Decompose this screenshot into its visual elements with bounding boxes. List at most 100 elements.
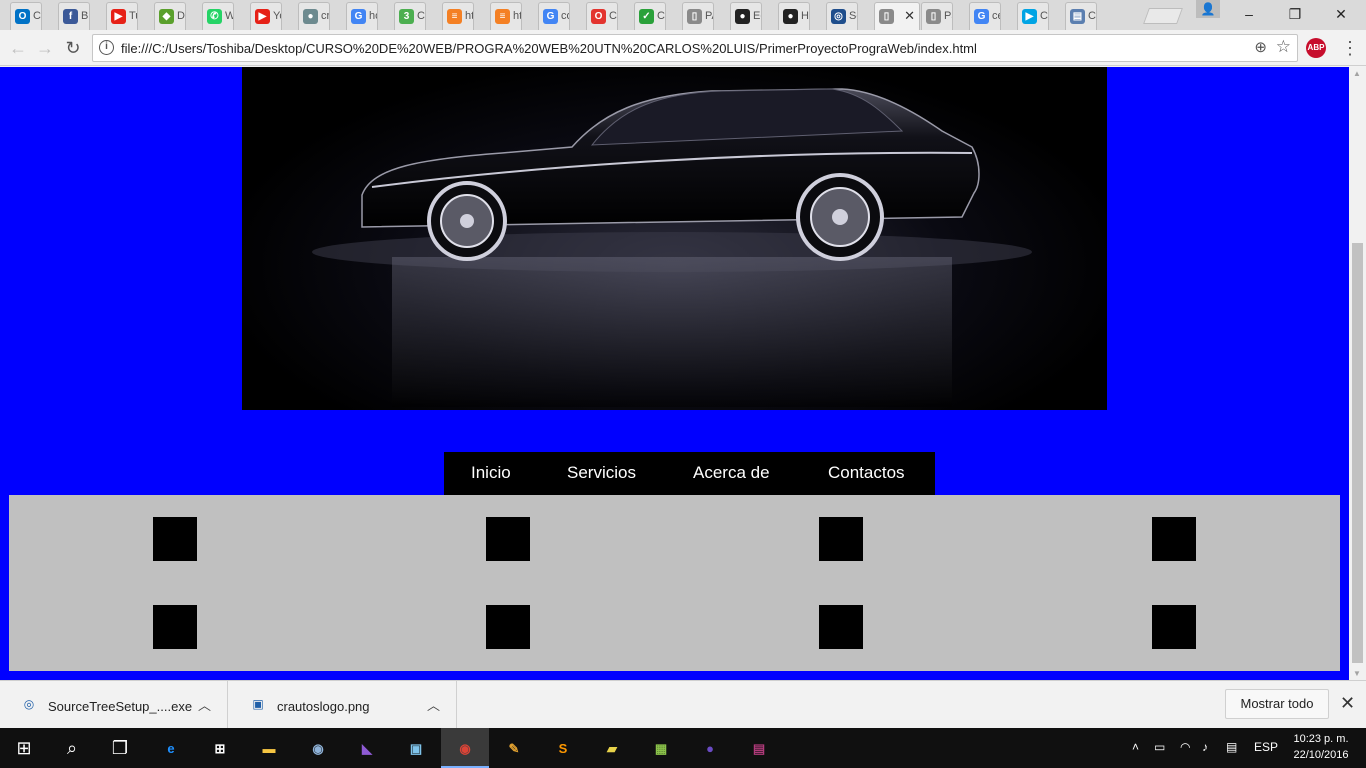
- browser-tab[interactable]: ▯Pa: [921, 2, 953, 30]
- nav-item-acerca-de[interactable]: Acerca de: [693, 463, 770, 483]
- winrar-icon[interactable]: ▤: [735, 728, 783, 768]
- nav-item-servicios[interactable]: Servicios: [567, 463, 636, 483]
- search-icon[interactable]: ⌕: [48, 728, 96, 768]
- postgresql-icon[interactable]: ◉: [294, 728, 342, 768]
- profile-icon[interactable]: 👤: [1196, 0, 1220, 18]
- reload-icon[interactable]: ↻: [61, 36, 85, 60]
- browser-tab[interactable]: ▯PA: [682, 2, 714, 30]
- browser-tab[interactable]: ▶Yo: [250, 2, 282, 30]
- adblock-plus-icon[interactable]: ABP: [1306, 38, 1326, 58]
- info-icon[interactable]: i: [99, 40, 114, 55]
- sublime-text-icon[interactable]: S: [539, 728, 587, 768]
- tab-strip: OCofB▶Tu◆Di✆W▶Yo●crGho3C≡ht≡htGcoOCo✓Co▯…: [0, 0, 1366, 30]
- tab-title: Pa: [944, 10, 952, 22]
- address-bar[interactable]: i file:///C:/Users/Toshiba/Desktop/CURSO…: [92, 34, 1298, 62]
- paint-icon[interactable]: ✎: [490, 728, 538, 768]
- system-clock[interactable]: 10:23 p. m. 22/10/2016: [1286, 731, 1356, 763]
- browser-tab[interactable]: ≡ ht: [442, 2, 474, 30]
- window-close-icon[interactable]: ✕: [1318, 0, 1364, 28]
- tab-title: co: [561, 10, 569, 22]
- internet-explorer-edge-icon[interactable]: e: [147, 728, 195, 768]
- bookmark-star-icon[interactable]: ☆: [1276, 37, 1291, 57]
- close-download-bar-icon[interactable]: ✕: [1340, 693, 1355, 714]
- scrollbar-thumb[interactable]: [1352, 243, 1363, 663]
- app-glyph: ◉: [312, 741, 324, 757]
- browser-tab[interactable]: ●Ec: [730, 2, 762, 30]
- app-glyph: ●: [706, 741, 714, 757]
- tray-chevron-up-icon[interactable]: ˄: [1132, 740, 1139, 754]
- back-icon[interactable]: ←: [6, 36, 30, 60]
- file-explorer-icon[interactable]: ▬: [245, 728, 293, 768]
- chevron-up-icon[interactable]: ︿: [427, 695, 440, 714]
- download-bar: ◎ SourceTreeSetup_....exe ︿ ▣ crautoslog…: [0, 680, 1366, 729]
- browser-tab[interactable]: ≡ ht: [490, 2, 522, 30]
- zoom-icon[interactable]: ⊕: [1254, 38, 1267, 56]
- browser-tab[interactable]: Gho: [346, 2, 378, 30]
- browser-tab[interactable]: ● cr: [298, 2, 330, 30]
- app-glyph: ▤: [752, 741, 766, 757]
- store-icon[interactable]: ⊞: [196, 728, 244, 768]
- minimize-icon[interactable]: –: [1226, 0, 1272, 28]
- chrome-icon[interactable]: ◉: [441, 728, 489, 768]
- tab-close-icon[interactable]: ✕: [904, 8, 915, 24]
- nav-item-inicio[interactable]: Inicio: [471, 463, 511, 483]
- virtualbox-icon[interactable]: ▣: [392, 728, 440, 768]
- browser-tab[interactable]: 3C: [394, 2, 426, 30]
- browser-tab[interactable]: ▤Co: [1065, 2, 1097, 30]
- wifi-icon[interactable]: ◠: [1180, 740, 1190, 754]
- volume-icon[interactable]: ♪: [1202, 740, 1208, 754]
- browser-tab[interactable]: ▶Co: [1017, 2, 1049, 30]
- chevron-up-icon[interactable]: ︿: [198, 695, 211, 714]
- nav-item-contactos[interactable]: Contactos: [828, 463, 905, 483]
- tab-title: cr: [321, 10, 330, 22]
- css3-icon: 3: [399, 9, 414, 24]
- folder-app-icon[interactable]: ▰: [588, 728, 636, 768]
- page-scrollbar[interactable]: ▲ ▼: [1349, 67, 1366, 680]
- windows-taskbar: ⊞ ⌕ ❐ e ⊞ ▬ ◉ ◣ ▣ ◉ ✎ S ▰ ▦ ● ▤ ˄ ▭ ◠ ♪ ▤ ESP 10:23 …: [0, 728, 1366, 768]
- whatsapp-icon: ✆: [207, 9, 222, 24]
- browser-tab[interactable]: ● H: [778, 2, 810, 30]
- browser-tab[interactable]: OCo: [10, 2, 42, 30]
- grid-square: [819, 605, 863, 649]
- scroll-up-icon[interactable]: ▲: [1353, 69, 1361, 78]
- language-indicator[interactable]: ESP: [1254, 740, 1278, 754]
- app-glyph: ▣: [409, 741, 423, 757]
- download-item[interactable]: ◎ SourceTreeSetup_....exe ︿: [0, 681, 228, 729]
- show-all-downloads-button[interactable]: Mostrar todo: [1225, 689, 1329, 719]
- purple-app-icon[interactable]: ●: [686, 728, 734, 768]
- task-view-icon[interactable]: ❐: [96, 728, 144, 768]
- browser-tab[interactable]: Gco: [538, 2, 570, 30]
- browser-tab[interactable]: ✓Co: [634, 2, 666, 30]
- scroll-down-icon[interactable]: ▼: [1353, 669, 1361, 678]
- browser-tab[interactable]: ▶Tu: [106, 2, 138, 30]
- notepad-plus-icon[interactable]: ▦: [637, 728, 685, 768]
- app-glyph: e: [167, 741, 175, 757]
- browser-tab[interactable]: ◎Sc: [826, 2, 858, 30]
- stackoverflow-icon: ≡: [495, 9, 510, 24]
- image-file-icon: ▣: [252, 697, 264, 711]
- main-nav: Inicio Servicios Acerca de Contactos: [444, 452, 935, 495]
- visual-studio-icon[interactable]: ◣: [343, 728, 391, 768]
- browser-toolbar: ← → ↻ i file:///C:/Users/Toshiba/Desktop…: [0, 30, 1366, 66]
- app-glyph: ◣: [362, 741, 372, 757]
- grid-square: [153, 605, 197, 649]
- battery-icon[interactable]: ▭: [1154, 740, 1165, 754]
- chrome-menu-icon[interactable]: ⋮: [1340, 36, 1360, 60]
- forward-icon[interactable]: →: [33, 36, 57, 60]
- browser-tab[interactable]: ▯ ✕: [874, 2, 920, 30]
- windows-start-icon[interactable]: ⊞: [0, 728, 48, 768]
- browser-tab[interactable]: ◆Di: [154, 2, 186, 30]
- app-glyph: ▬: [262, 741, 276, 757]
- browser-tab[interactable]: OCo: [586, 2, 618, 30]
- browser-tab[interactable]: fB: [58, 2, 90, 30]
- restore-icon[interactable]: ❐: [1272, 0, 1318, 28]
- car-illustration: [312, 88, 1032, 407]
- download-item[interactable]: ▣ crautoslogo.png ︿: [229, 681, 457, 729]
- new-tab-button[interactable]: [1143, 8, 1183, 24]
- app-glyph: ⊞: [214, 741, 226, 757]
- notification-icon[interactable]: ▤: [1226, 740, 1237, 754]
- tab-title: ce: [992, 10, 1000, 22]
- browser-tab[interactable]: Gce: [969, 2, 1001, 30]
- address-url[interactable]: file:///C:/Users/Toshiba/Desktop/CURSO%2…: [121, 41, 977, 56]
- browser-tab[interactable]: ✆W: [202, 2, 234, 30]
